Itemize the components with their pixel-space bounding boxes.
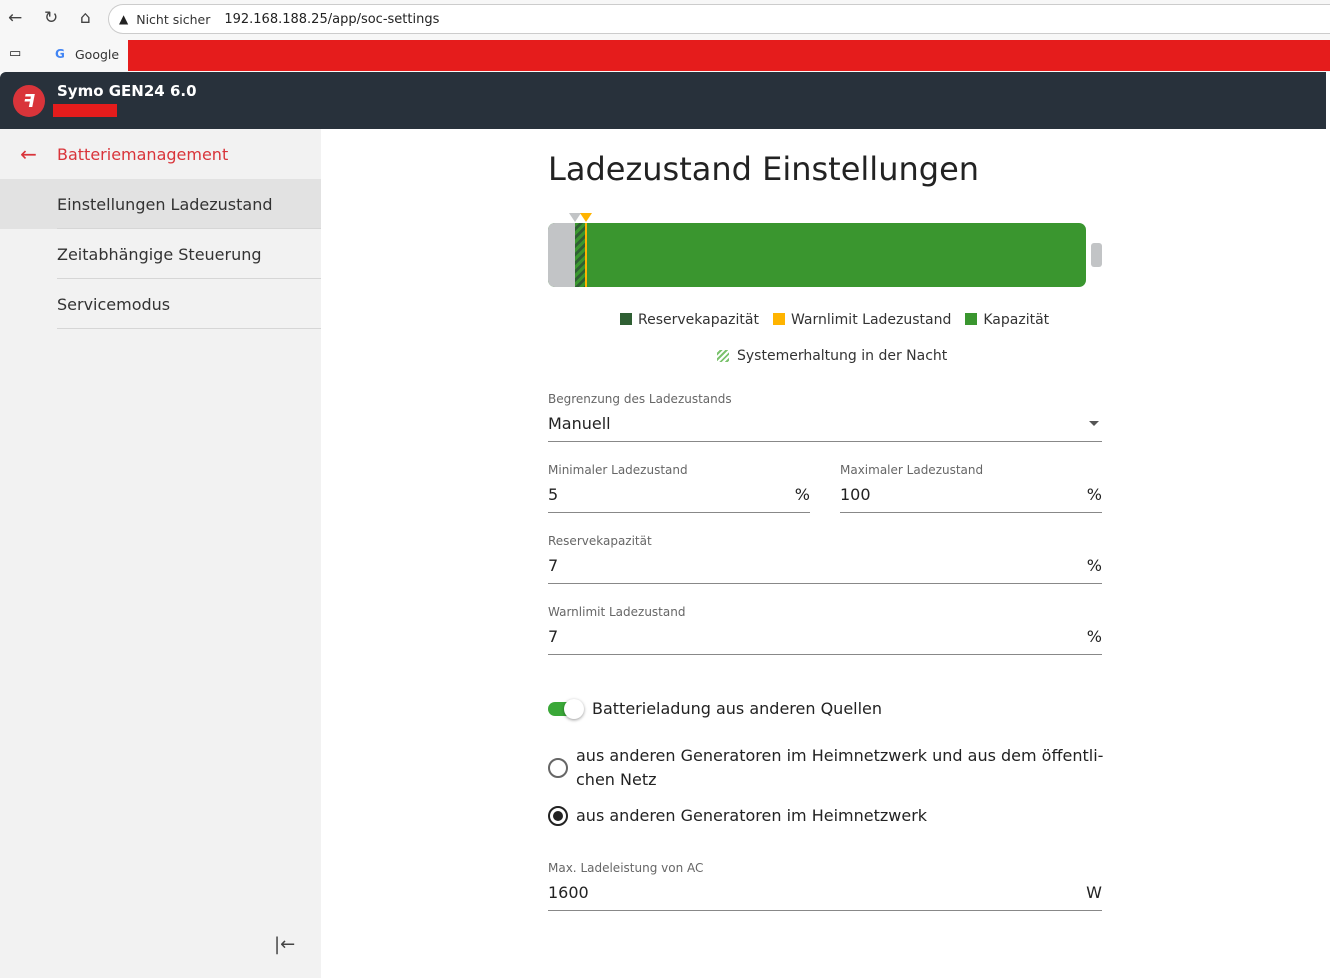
sidebar-item-einstellungen-ladezustand[interactable]: Einstellungen Ladezustand [0, 179, 321, 229]
device-name: Symo GEN24 6.0 [57, 82, 197, 100]
legend-capacity: Kapazität [965, 312, 1049, 328]
warn-line [585, 223, 587, 287]
field-value: 100 [840, 485, 871, 504]
field-unit: % [1086, 627, 1102, 646]
radio-generators-only[interactable] [548, 806, 568, 826]
legend: Reservekapazität Warnlimit Ladezustand K… [620, 312, 1049, 328]
sidebar-item-servicemodus[interactable]: Servicemodus [0, 279, 321, 329]
legend-reserve: Reservekapazität [620, 312, 759, 328]
legend-swatch [965, 313, 978, 325]
sidebar-item-label: Zeitabhängige Steuerung [57, 244, 262, 264]
reload-icon[interactable]: ↻ [44, 8, 58, 28]
collapse-sidebar-icon[interactable]: |← [274, 934, 295, 955]
google-icon: G [55, 47, 65, 61]
max-soc-input[interactable]: Maximaler Ladezustand 100 % [840, 463, 1102, 513]
field-unit: W [1086, 883, 1102, 902]
field-value: Manuell [548, 414, 611, 433]
home-icon[interactable]: ⌂ [80, 8, 91, 28]
reserve-segment [575, 223, 585, 287]
warn-marker [580, 213, 592, 222]
reserve-input[interactable]: Reservekapazität 7 % [548, 534, 1102, 584]
dropdown-arrow-icon [1089, 421, 1099, 426]
sidebar-item-label: Servicemodus [57, 294, 171, 314]
radio-grid-label: aus anderen Generatoren im Heimnetzwerk … [576, 746, 1104, 789]
hatch-icon [717, 350, 729, 362]
page-title: Ladezustand Einstellungen [548, 150, 980, 188]
limit-select[interactable]: Begrenzung des Ladezustands Manuell [548, 392, 1102, 442]
field-value: 7 [548, 627, 559, 646]
field-value: 5 [548, 485, 559, 504]
fronius-logo-icon: ꟻ [13, 85, 45, 117]
field-label: Minimaler Ladezustand [548, 463, 688, 477]
legend-night: Systemerhaltung in der Nacht [717, 348, 947, 364]
security-label: Nicht sicher [136, 11, 211, 27]
legend-swatch [620, 313, 632, 325]
ac-power-input[interactable]: Max. Ladeleistung von AC 1600 W [548, 861, 1102, 911]
sidebar-back-label: Batteriemanagement [57, 144, 229, 164]
field-label: Warnlimit Ladezustand [548, 605, 686, 619]
legend-swatch [772, 313, 785, 325]
radio-grid-and-generators[interactable] [548, 758, 568, 778]
field-label: Max. Ladeleistung von AC [548, 861, 704, 875]
warn-input[interactable]: Warnlimit Ladezustand 7 % [548, 605, 1102, 655]
redacted-label [53, 104, 117, 117]
field-unit: % [794, 485, 810, 504]
other-sources-toggle[interactable] [548, 699, 584, 719]
bookmark-google[interactable]: Google [75, 47, 119, 62]
radio-generators-label: aus anderen Generatoren im Heimnetzwerk [576, 806, 928, 825]
redacted-bar [128, 40, 1330, 71]
field-label: Maximaler Ladezustand [840, 463, 984, 477]
sidebar: ← Batteriemanagement Einstellungen Ladez… [0, 129, 321, 978]
toggle-label: Batterieladung aus anderen Quellen [592, 699, 883, 718]
url-text: 192.168.188.25/app/soc-settings [224, 11, 440, 27]
field-value: 1600 [548, 883, 589, 902]
field-label: Reservekapazität [548, 534, 652, 548]
field-unit: % [1086, 556, 1102, 575]
address-bar[interactable]: ▲ Nicht sicher 192.168.188.25/app/soc-se… [108, 4, 1330, 34]
battery-cap [1091, 243, 1102, 267]
empty-segment [548, 223, 575, 287]
app-header [0, 72, 1326, 129]
sidebar-item-label: Einstellungen Ladezustand [57, 194, 273, 214]
tab-icon[interactable]: ▭ [9, 46, 21, 61]
back-icon[interactable]: ← [8, 8, 22, 28]
min-soc-input[interactable]: Minimaler Ladezustand 5 % [548, 463, 810, 513]
sidebar-back-batteriemanagement[interactable]: ← Batteriemanagement [0, 129, 321, 179]
legend-warn: Warnlimit Ladezustand [772, 312, 951, 328]
sidebar-item-zeitabhaengige-steuerung[interactable]: Zeitabhängige Steuerung [0, 229, 321, 279]
arrow-left-icon: ← [20, 142, 37, 166]
field-label: Begrenzung des Ladezustands [548, 392, 732, 406]
field-value: 7 [548, 556, 559, 575]
field-unit: % [1086, 485, 1102, 504]
warning-icon: ▲ [119, 12, 129, 26]
battery-soc-bar [548, 223, 1086, 287]
